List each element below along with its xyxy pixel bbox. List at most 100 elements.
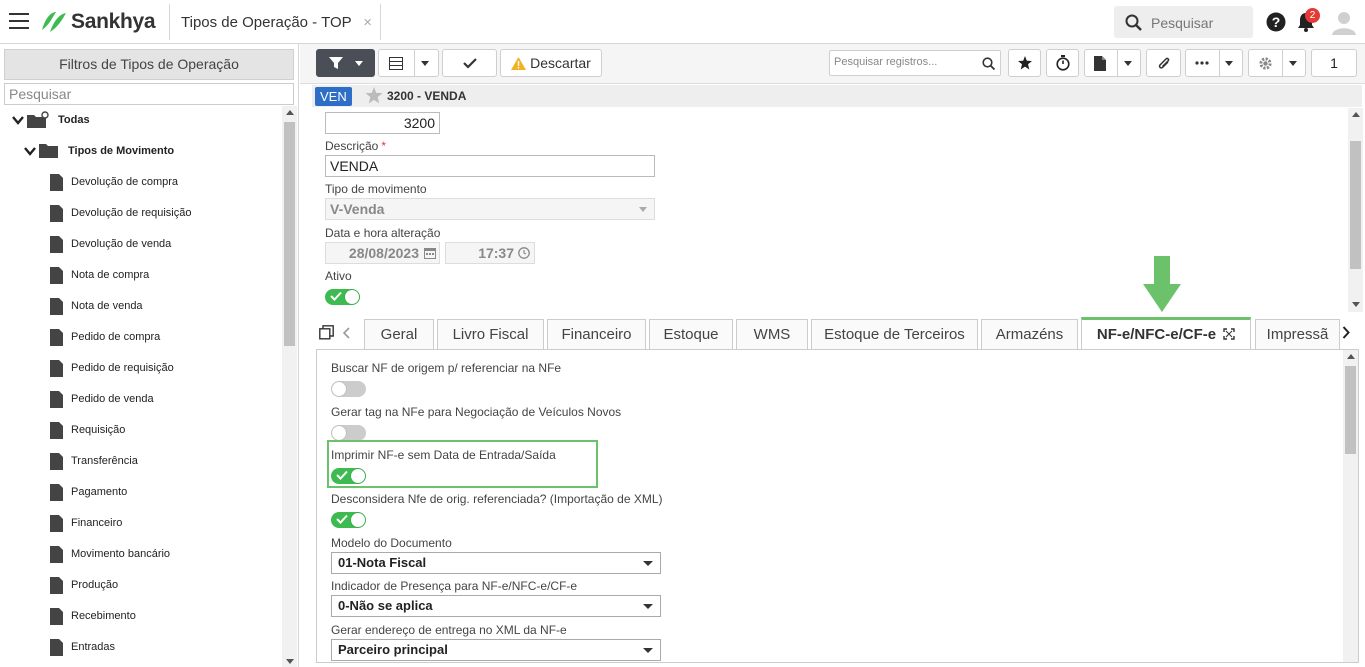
scrollbar-thumb[interactable] bbox=[284, 122, 295, 346]
copy-icon[interactable] bbox=[319, 325, 334, 340]
form-scrollbar[interactable] bbox=[1348, 108, 1363, 312]
tree-item[interactable]: Devolução de venda bbox=[50, 233, 171, 255]
scroll-up-icon[interactable] bbox=[1348, 108, 1363, 120]
document-icon bbox=[50, 452, 63, 470]
tree-item-label: Nota de compra bbox=[71, 269, 150, 281]
tree-item[interactable]: Entradas bbox=[50, 636, 115, 658]
annotation-highlight-box bbox=[327, 440, 598, 488]
tab-1[interactable]: Livro Fiscal bbox=[437, 319, 544, 350]
global-search[interactable]: Pesquisar bbox=[1114, 6, 1253, 38]
chevron-right-icon[interactable] bbox=[1342, 326, 1350, 339]
tree-item[interactable]: Financeiro bbox=[50, 512, 122, 534]
option-toggle[interactable] bbox=[331, 511, 366, 528]
tab-6[interactable]: Armazéns bbox=[981, 319, 1078, 350]
tab-label: Geral bbox=[380, 326, 418, 343]
tab-4[interactable]: WMS bbox=[736, 319, 808, 350]
tree-item[interactable]: Movimento bancário bbox=[50, 543, 170, 565]
tree-item[interactable]: Produção bbox=[50, 574, 118, 596]
scroll-up-icon[interactable] bbox=[1343, 350, 1358, 362]
option-toggle[interactable] bbox=[331, 424, 366, 441]
global-search-label: Pesquisar bbox=[1151, 15, 1214, 31]
tree-item[interactable]: Nota de venda bbox=[50, 295, 143, 317]
descricao-field[interactable]: VENDA bbox=[325, 155, 655, 177]
search-icon[interactable] bbox=[982, 57, 995, 70]
tree-item[interactable]: Pedido de venda bbox=[50, 388, 154, 410]
timer-button[interactable] bbox=[1046, 49, 1079, 77]
chevron-down-icon[interactable] bbox=[24, 145, 36, 157]
filters-scrollbar[interactable] bbox=[282, 106, 297, 667]
tab-5[interactable]: Estoque de Terceiros bbox=[811, 319, 978, 350]
tree-item[interactable]: Pedido de requisição bbox=[50, 357, 174, 379]
filters-panel-title: Filtros de Tipos de Operação bbox=[4, 49, 294, 80]
tab-7[interactable]: NF-e/NFC-e/CF-e bbox=[1081, 317, 1251, 350]
tab-8[interactable]: Impressã bbox=[1255, 319, 1340, 350]
tree-item[interactable]: Requisição bbox=[50, 419, 125, 441]
svg-text:?: ? bbox=[1272, 14, 1281, 30]
avatar[interactable] bbox=[1331, 9, 1357, 35]
document-icon bbox=[50, 297, 63, 315]
scroll-down-icon[interactable] bbox=[1348, 298, 1363, 310]
discard-button[interactable]: Descartar bbox=[500, 49, 602, 77]
date-field: 28/08/2023 bbox=[325, 242, 440, 264]
page-number-field[interactable]: 1 bbox=[1311, 49, 1357, 77]
tree-item[interactable]: Pedido de compra bbox=[50, 326, 160, 348]
tab-content-scrollbar[interactable] bbox=[1343, 350, 1358, 662]
tree-item[interactable]: Transferência bbox=[50, 450, 138, 472]
tree-item-label: Nota de venda bbox=[71, 300, 143, 312]
hamburger-menu-icon[interactable] bbox=[9, 13, 29, 31]
ativo-toggle[interactable] bbox=[325, 289, 360, 305]
document-icon bbox=[50, 266, 63, 284]
help-icon[interactable]: ? bbox=[1266, 12, 1286, 32]
endereco-entrega-select[interactable]: Parceiro principal bbox=[331, 639, 661, 661]
code-field[interactable]: 3200 bbox=[325, 112, 440, 134]
scroll-down-icon[interactable] bbox=[282, 655, 297, 667]
tipo-movimento-field: V-Venda bbox=[325, 198, 655, 220]
tab-label: Estoque de Terceiros bbox=[824, 326, 965, 343]
chevron-down-icon[interactable] bbox=[12, 114, 24, 126]
tree-item-label: Recebimento bbox=[71, 610, 136, 622]
settings-button[interactable] bbox=[1248, 49, 1306, 77]
favorite-button[interactable] bbox=[1008, 49, 1041, 77]
document-icon bbox=[50, 638, 63, 656]
expand-icon[interactable] bbox=[1223, 328, 1235, 340]
app-tab-label: Tipos de Operação - TOP bbox=[181, 14, 352, 31]
records-search[interactable]: Pesquisar registros... bbox=[829, 50, 1001, 76]
tree-item[interactable]: Pagamento bbox=[50, 481, 127, 503]
caret-down-icon bbox=[1288, 60, 1297, 66]
record-form: 3200 Descrição * VENDA Tipo de movimento … bbox=[312, 108, 1348, 313]
split-divider bbox=[1117, 49, 1118, 77]
modelo-documento-select[interactable]: 01-Nota Fiscal bbox=[331, 552, 661, 574]
close-icon[interactable]: × bbox=[363, 14, 372, 31]
tab-3[interactable]: Estoque bbox=[649, 319, 733, 350]
more-options-button[interactable] bbox=[1185, 49, 1243, 77]
tree-item[interactable]: Nota de compra bbox=[50, 264, 149, 286]
scrollbar-thumb[interactable] bbox=[1345, 366, 1356, 454]
tree-item[interactable]: Devolução de compra bbox=[50, 171, 178, 193]
grid-view-button[interactable] bbox=[378, 49, 439, 77]
chevron-left-icon[interactable] bbox=[343, 327, 350, 339]
top-bar: Sankhya Tipos de Operação - TOP × Pesqui… bbox=[0, 0, 1365, 44]
indicador-presenca-select[interactable]: 0-Não se aplica bbox=[331, 595, 661, 617]
document-icon bbox=[50, 483, 63, 501]
tree-item-label: Devolução de requisição bbox=[71, 207, 192, 219]
star-icon[interactable] bbox=[365, 87, 383, 104]
document-dropdown-button[interactable] bbox=[1084, 49, 1141, 77]
document-icon bbox=[50, 514, 63, 532]
confirm-button[interactable] bbox=[442, 49, 497, 77]
tree-item[interactable]: Recebimento bbox=[50, 605, 136, 627]
tab-0[interactable]: Geral bbox=[364, 319, 434, 350]
filters-search-input[interactable] bbox=[4, 83, 294, 105]
option-toggle[interactable] bbox=[331, 381, 366, 397]
check-icon bbox=[330, 291, 342, 301]
filter-dropdown-button[interactable] bbox=[316, 49, 375, 77]
scrollbar-thumb[interactable] bbox=[1350, 141, 1361, 269]
app-tab-tipos-operacao[interactable]: Tipos de Operação - TOP × bbox=[169, 4, 381, 40]
tree-item-label: Financeiro bbox=[71, 517, 123, 529]
tree-item[interactable]: Devolução de requisição bbox=[50, 202, 191, 224]
tab-2[interactable]: Financeiro bbox=[547, 319, 646, 350]
tree-node-tipos-movimento[interactable]: Tipos de Movimento bbox=[24, 140, 174, 162]
tree-node-todas[interactable]: Todas bbox=[12, 109, 90, 131]
attach-button[interactable] bbox=[1146, 49, 1181, 77]
tree-item-label: Devolução de compra bbox=[71, 176, 179, 188]
scroll-up-icon[interactable] bbox=[282, 106, 297, 118]
